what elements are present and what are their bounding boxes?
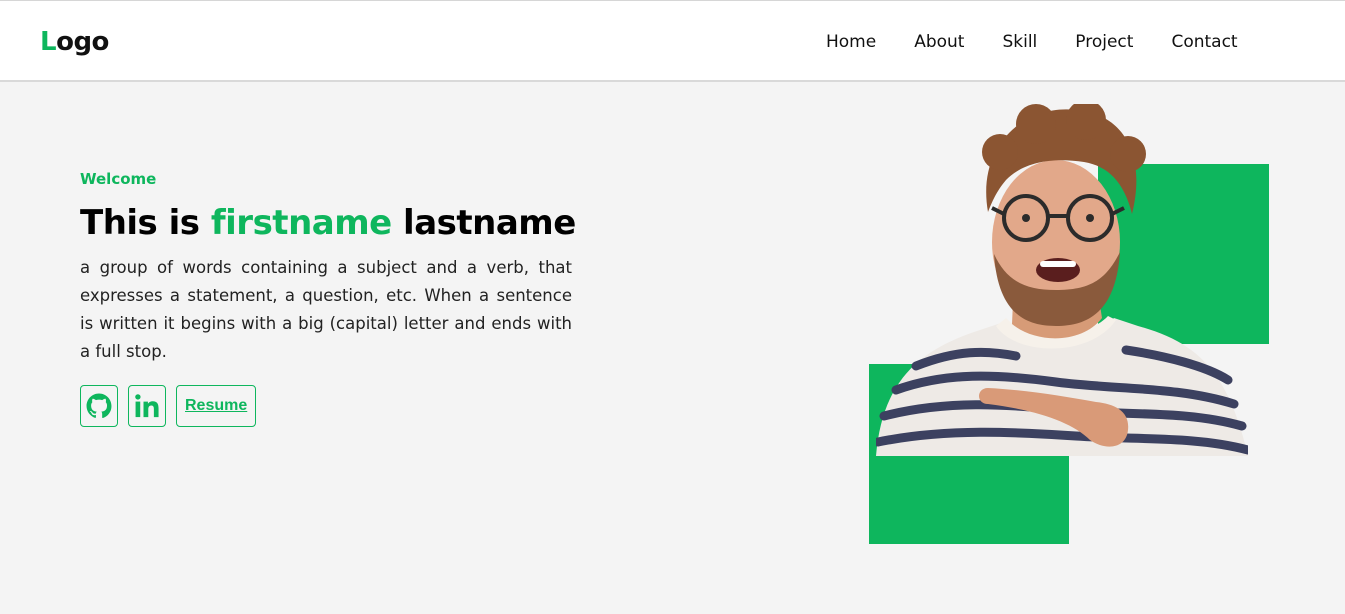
headline-prefix: This is <box>80 203 211 243</box>
hero-intro: Welcome This is firstname lastname a gro… <box>80 170 576 366</box>
profile-photo <box>876 104 1248 456</box>
nav-skill[interactable]: Skill <box>1002 32 1037 52</box>
nav-home[interactable]: Home <box>826 32 876 52</box>
welcome-label: Welcome <box>80 170 157 188</box>
resume-button[interactable]: Resume <box>176 385 257 427</box>
logo-rest: ogo <box>56 27 109 57</box>
linkedin-button[interactable] <box>128 385 166 427</box>
nav-contact[interactable]: Contact <box>1171 32 1237 52</box>
github-icon <box>86 393 112 419</box>
github-button[interactable] <box>80 385 118 427</box>
navbar: Logo Home About Skill Project Contact <box>0 0 1345 82</box>
linkedin-icon <box>133 392 161 420</box>
logo[interactable]: Logo <box>40 27 109 57</box>
hero-headline: This is firstname lastname <box>80 202 576 244</box>
headline-lastname: lastname <box>391 203 576 243</box>
hero-actions: Resume <box>80 385 257 427</box>
nav-project[interactable]: Project <box>1075 32 1133 52</box>
nav-about[interactable]: About <box>914 32 964 52</box>
hero-description: a group of words containing a subject an… <box>80 258 572 361</box>
main-nav: Home About Skill Project Contact <box>826 32 1276 52</box>
logo-initial: L <box>40 27 57 57</box>
headline-firstname: firstname <box>210 203 392 243</box>
